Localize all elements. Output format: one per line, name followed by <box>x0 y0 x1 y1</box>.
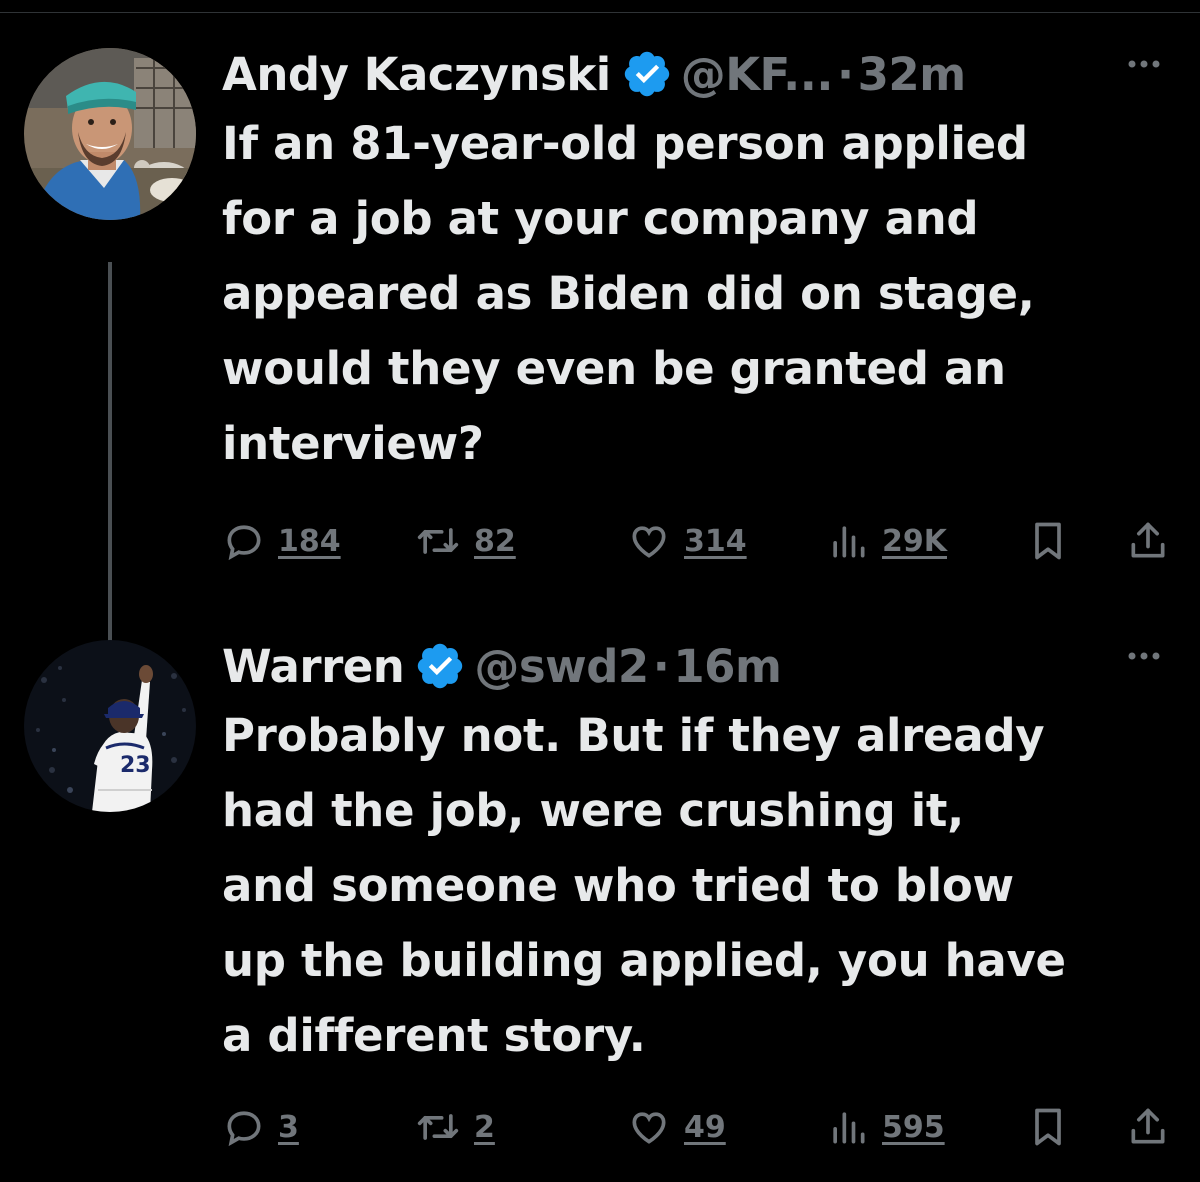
tweet-actions: 184 82 314 29K <box>222 516 1172 566</box>
repost-button[interactable]: 82 <box>414 516 516 566</box>
thread-connector-line <box>108 262 112 662</box>
tweet-content: Warren @swd2 · 16m Probably not. But if … <box>222 632 1172 1147</box>
verified-badge-icon <box>414 640 466 692</box>
tweet-text-line: had the job, were crushing it, <box>222 784 964 837</box>
views-button[interactable]: 29K <box>826 516 947 566</box>
reply-count[interactable]: 3 <box>278 1110 299 1145</box>
reply-button[interactable]: 184 <box>222 516 341 566</box>
timestamp[interactable]: 32m <box>858 48 967 101</box>
bookmark-button[interactable] <box>1026 1102 1070 1152</box>
tweet-text-line: up the building applied, you have <box>222 934 1066 987</box>
like-button[interactable]: 49 <box>626 1102 726 1152</box>
views-button[interactable]: 595 <box>826 1102 945 1152</box>
tweet-text: Probably not. But if they already had th… <box>222 698 1172 1073</box>
like-icon <box>632 526 666 558</box>
tweet-content: Andy Kaczynski @KF... · 32m If an 81-yea… <box>222 40 1172 561</box>
display-name[interactable]: Warren <box>222 640 405 693</box>
tweet-text-line: for a job at your company and <box>222 192 979 245</box>
user-handle[interactable]: @swd2 <box>474 640 649 693</box>
views-icon <box>833 1112 865 1144</box>
reply-count[interactable]: 184 <box>278 524 341 559</box>
reply-icon <box>227 1111 261 1147</box>
more-options-icon[interactable] <box>1124 54 1164 74</box>
like-count[interactable]: 49 <box>684 1110 726 1145</box>
avatar[interactable] <box>24 48 196 220</box>
tweet-text: If an 81-year-old person applied for a j… <box>222 106 1172 481</box>
tweet-header: Warren @swd2 · 16m <box>222 632 1172 700</box>
share-button[interactable] <box>1126 1102 1170 1152</box>
like-icon <box>632 1112 666 1144</box>
views-icon <box>833 526 865 558</box>
verified-badge-icon <box>621 48 673 100</box>
reply-button[interactable]: 3 <box>222 1102 299 1152</box>
share-button[interactable] <box>1126 516 1170 566</box>
separator-dot: · <box>836 47 854 101</box>
jersey-number: 23 <box>120 753 151 778</box>
tweet-text-line: interview? <box>222 417 484 470</box>
share-icon <box>1131 522 1165 558</box>
avatar[interactable]: 23 <box>24 640 196 812</box>
tweet-text-line: If an 81-year-old person applied <box>222 117 1028 170</box>
like-count[interactable]: 314 <box>684 524 747 559</box>
separator-dot: · <box>652 639 670 693</box>
tweet-header: Andy Kaczynski @KF... · 32m <box>222 40 1172 108</box>
user-handle[interactable]: @KF... <box>681 48 834 101</box>
tweet-text-line: would they even be granted an <box>222 342 1006 395</box>
tweet-text-line: Probably not. But if they already <box>222 709 1045 762</box>
more-options-icon[interactable] <box>1124 646 1164 666</box>
display-name[interactable]: Andy Kaczynski <box>222 48 611 101</box>
share-icon <box>1131 1108 1165 1144</box>
repost-count[interactable]: 2 <box>474 1110 495 1145</box>
views-count[interactable]: 29K <box>882 524 947 559</box>
repost-button[interactable]: 2 <box>414 1102 495 1152</box>
bookmark-button[interactable] <box>1026 516 1070 566</box>
timestamp[interactable]: 16m <box>673 640 782 693</box>
tweet-actions: 3 2 49 595 <box>222 1102 1172 1152</box>
bookmark-icon <box>1035 522 1061 560</box>
tweet-text-line: a different story. <box>222 1009 646 1062</box>
repost-count[interactable]: 82 <box>474 524 516 559</box>
top-divider <box>0 12 1200 13</box>
views-count[interactable]: 595 <box>882 1110 945 1145</box>
bookmark-icon <box>1035 1108 1061 1146</box>
tweet-text-line: appeared as Biden did on stage, <box>222 267 1035 320</box>
tweet-text-line: and someone who tried to blow <box>222 859 1014 912</box>
repost-icon <box>417 528 459 554</box>
like-button[interactable]: 314 <box>626 516 747 566</box>
repost-icon <box>417 1114 459 1140</box>
reply-icon <box>227 525 261 561</box>
